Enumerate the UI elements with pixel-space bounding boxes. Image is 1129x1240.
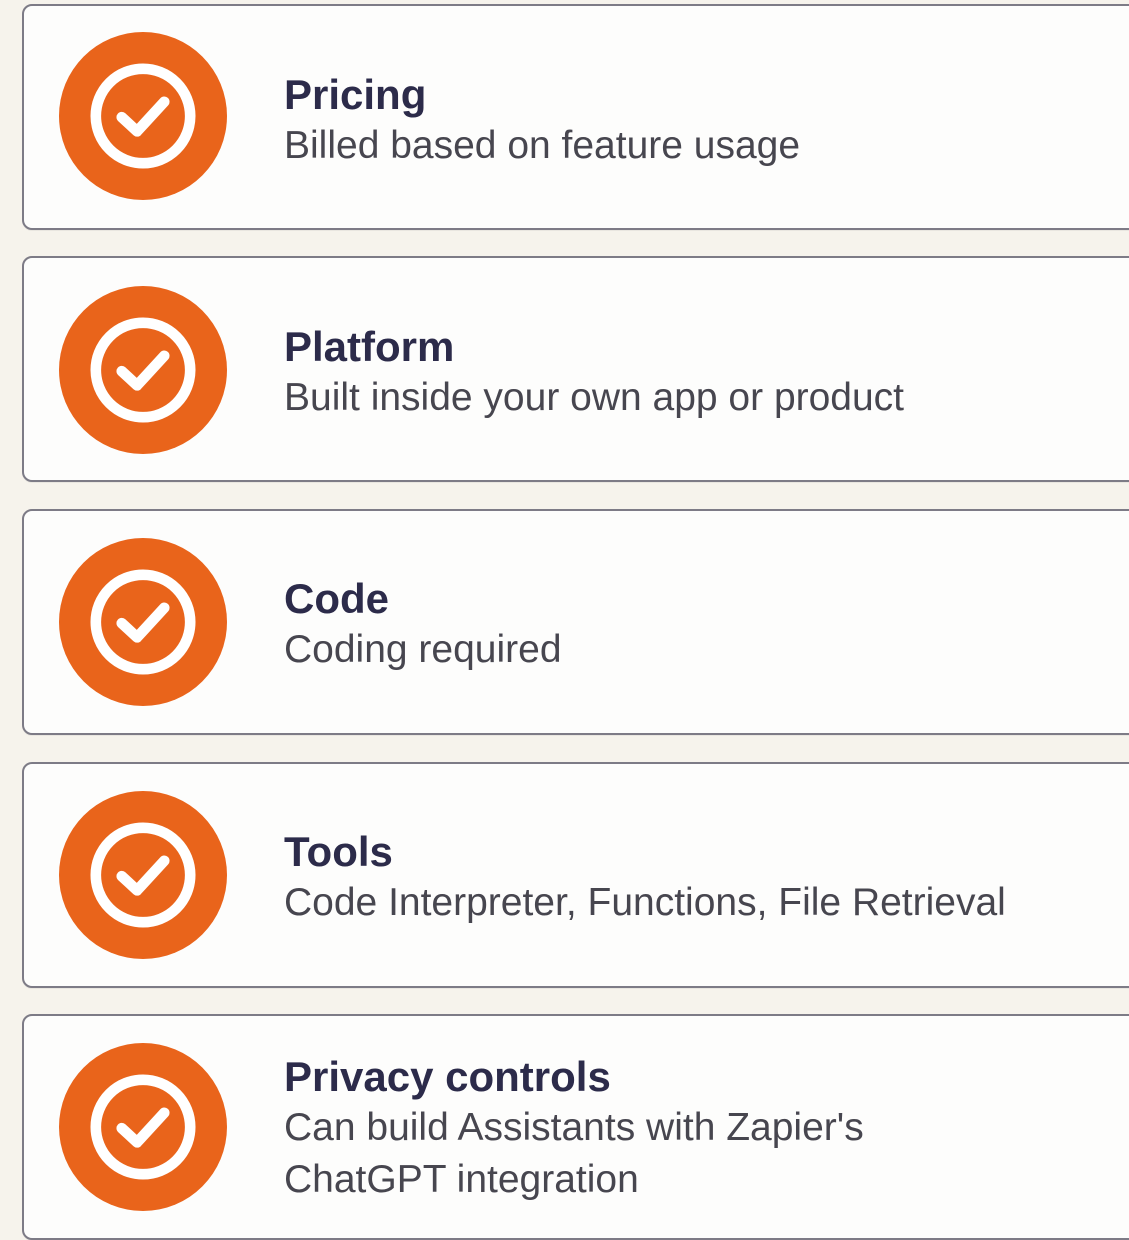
feature-card-pricing: Pricing Billed based on feature usage	[22, 4, 1129, 230]
check-circle-icon	[59, 286, 227, 454]
check-circle-icon	[59, 791, 227, 959]
feature-title: Pricing	[284, 71, 427, 118]
feature-list: Pricing Billed based on feature usage Pl…	[0, 0, 1129, 1240]
feature-description: Billed based on feature usage	[284, 124, 801, 167]
feature-title: Tools	[284, 828, 393, 875]
feature-title: Platform	[284, 323, 455, 370]
feature-description: Built inside your own app or product	[284, 376, 905, 419]
feature-description: Code Interpreter, Functions, File Retrie…	[284, 881, 1006, 924]
feature-card-code: Code Coding required	[22, 509, 1129, 735]
feature-description-line-1: Can build Assistants with Zapier's	[284, 1106, 864, 1149]
feature-card-tools: Tools Code Interpreter, Functions, File …	[22, 762, 1129, 988]
feature-title: Code	[284, 575, 389, 622]
feature-card-privacy-controls: Privacy controls Can build Assistants wi…	[22, 1014, 1129, 1240]
check-circle-icon	[59, 1043, 227, 1211]
feature-title: Privacy controls	[284, 1053, 611, 1100]
feature-description-line-2: ChatGPT integration	[284, 1158, 639, 1201]
check-circle-icon	[59, 32, 227, 200]
feature-description: Coding required	[284, 628, 562, 671]
feature-card-platform: Platform Built inside your own app or pr…	[22, 256, 1129, 482]
check-circle-icon	[59, 538, 227, 706]
